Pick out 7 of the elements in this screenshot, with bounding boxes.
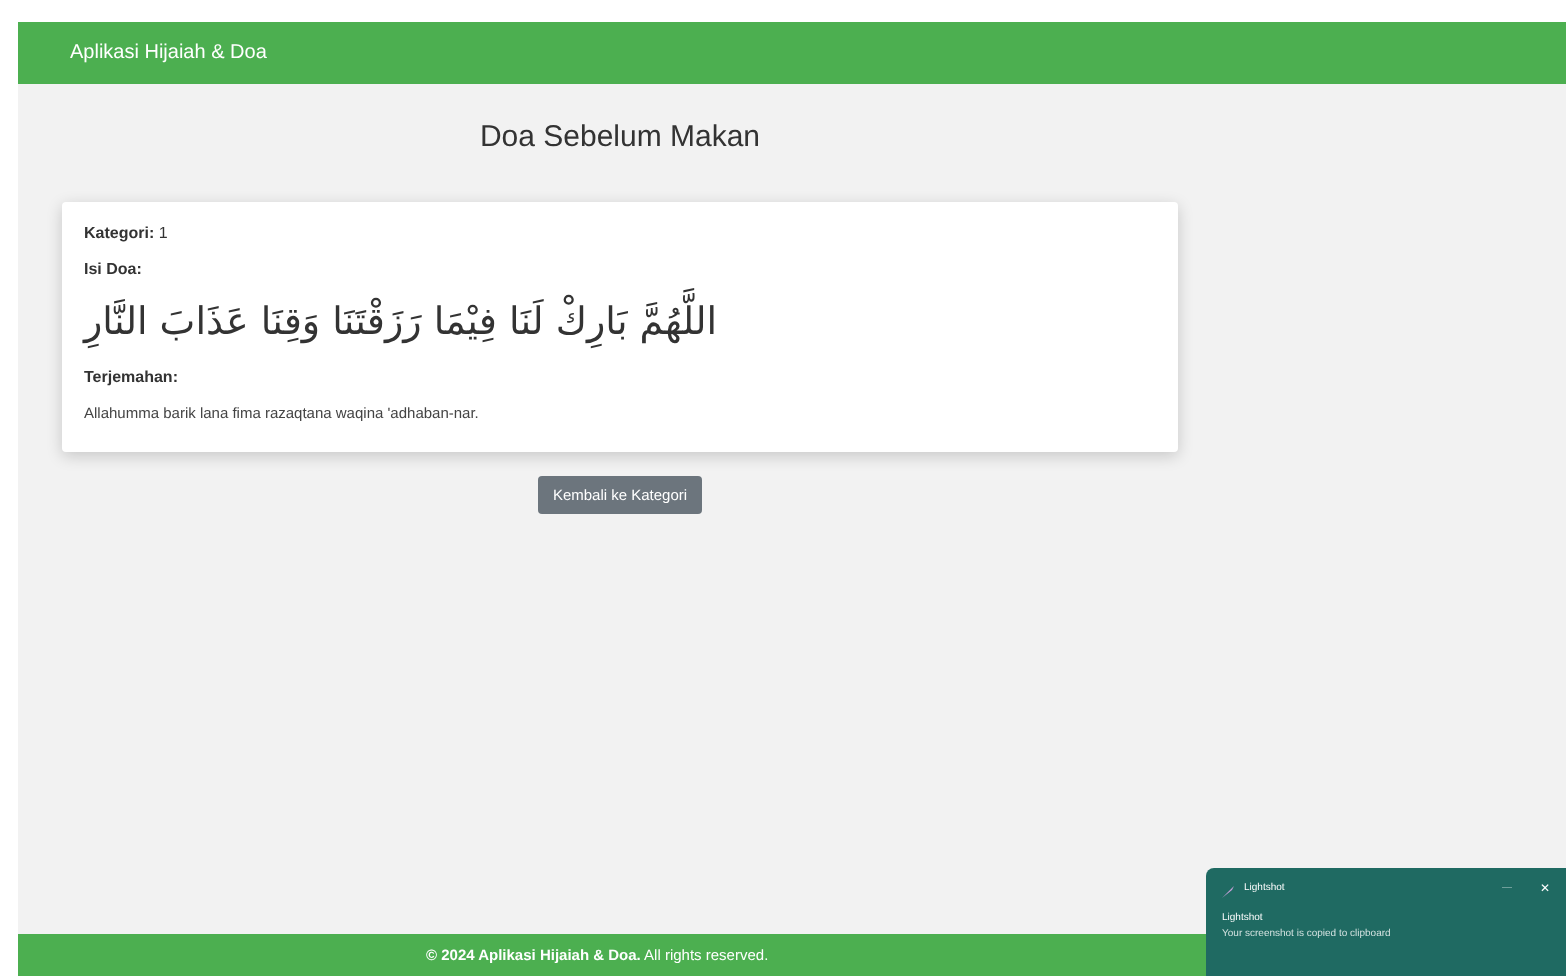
- navbar-brand[interactable]: Aplikasi Hijaiah & Doa: [70, 38, 267, 68]
- feather-icon: [1222, 883, 1236, 897]
- arabic-text: اللَّهُمَّ بَارِكْ لَنَا فِيْمَا رَزَقْتَنَا وَقِنَا عَذَابَ النَّارِ: [84, 293, 718, 350]
- page-title: Doa Sebelum Makan: [479, 118, 761, 158]
- doa-label: Isi Doa:: [84, 257, 144, 281]
- translation-label: Terjemahan:: [84, 366, 180, 390]
- category-text: Kategori: 1: [84, 221, 170, 245]
